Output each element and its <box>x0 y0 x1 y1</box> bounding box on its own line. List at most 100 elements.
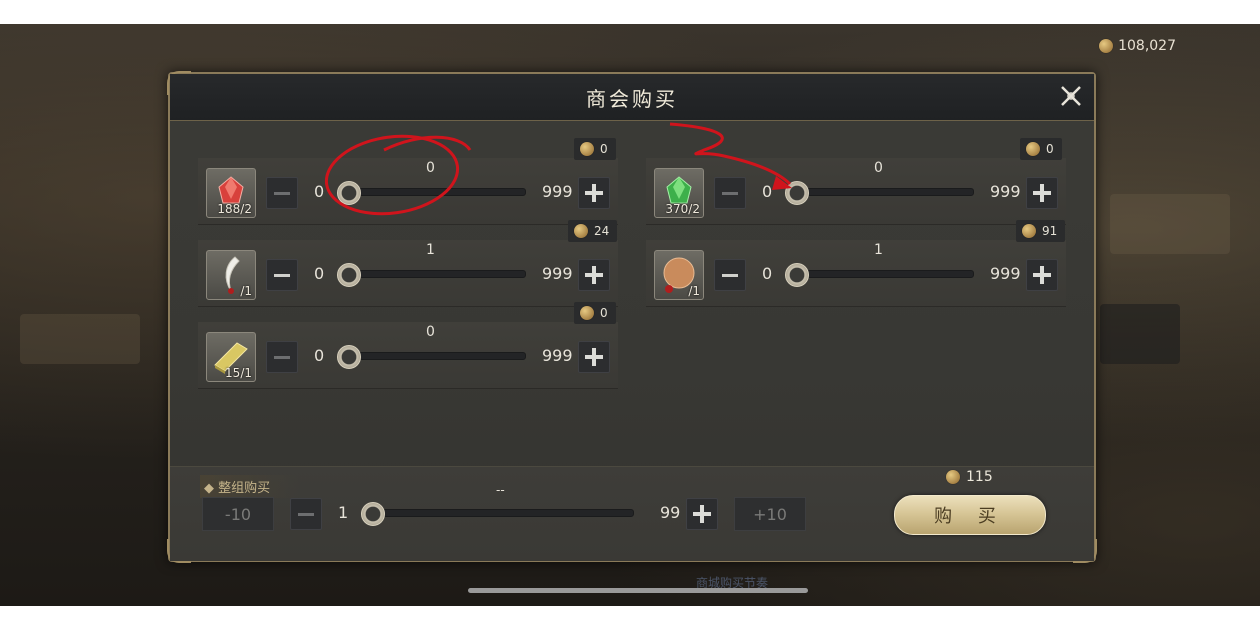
green-gem-icon: 370/2 <box>654 168 704 218</box>
increase-button[interactable] <box>578 341 610 373</box>
close-button[interactable] <box>1056 81 1086 111</box>
plus-icon <box>1033 184 1051 202</box>
dialog-title: 商会购买 <box>586 86 678 111</box>
orb-icon: /1 <box>654 250 704 300</box>
minus-icon <box>722 273 738 277</box>
item-price: 0 <box>574 302 616 324</box>
coin-icon <box>946 470 960 484</box>
slider-knob[interactable] <box>337 181 361 205</box>
purchase-dialog: 商会购买 188/2 0 0 0 999 370/2 0 0 0 999 /1 … <box>167 71 1097 563</box>
minus-icon <box>274 355 290 359</box>
home-indicator[interactable] <box>468 588 808 593</box>
slider-knob[interactable] <box>785 263 809 287</box>
slider-max: 999 <box>542 264 573 283</box>
item-quantity: 370/2 <box>665 202 700 216</box>
slider-max: 999 <box>990 182 1021 201</box>
group-increase-button[interactable] <box>686 498 718 530</box>
decrease-button[interactable] <box>266 177 298 209</box>
quantity-slider[interactable] <box>796 188 974 196</box>
background-shelf <box>1110 194 1230 254</box>
item-quantity: 188/2 <box>217 202 252 216</box>
slider-knob[interactable] <box>785 181 809 205</box>
item-price: 0 <box>1020 138 1062 160</box>
total-cost: 115 <box>946 469 993 485</box>
minus-icon <box>274 273 290 277</box>
slider-min: 0 <box>314 264 325 283</box>
quantity-slider[interactable] <box>796 270 974 278</box>
plus-icon <box>693 505 711 523</box>
minus-icon <box>722 191 738 195</box>
item-row-orb: /1 91 0 1 999 <box>646 220 1066 307</box>
decrease-button[interactable] <box>266 259 298 291</box>
total-cost-value: 115 <box>966 469 993 485</box>
plus-icon <box>1033 266 1051 284</box>
close-icon <box>1061 86 1081 106</box>
current-quantity: 0 <box>426 324 435 340</box>
plus-icon <box>585 184 603 202</box>
background-box <box>1100 304 1180 364</box>
gold-bar-icon: 15/1 <box>206 332 256 382</box>
coin-icon <box>580 142 594 156</box>
item-price: 0 <box>574 138 616 160</box>
plus-10-button[interactable]: +10 <box>734 497 806 531</box>
plus-icon <box>585 348 603 366</box>
increase-button[interactable] <box>1026 259 1058 291</box>
group-quantity-slider[interactable] <box>378 509 634 517</box>
slider-knob[interactable] <box>337 345 361 369</box>
slider-max: 999 <box>542 346 573 365</box>
item-price-value: 91 <box>1042 224 1058 238</box>
item-price-value: 0 <box>600 142 608 156</box>
quantity-slider[interactable] <box>348 270 526 278</box>
item-row-fang: /1 24 0 1 999 <box>198 220 618 307</box>
quantity-slider[interactable] <box>348 352 526 360</box>
quantity-slider[interactable] <box>348 188 526 196</box>
item-quantity: /1 <box>240 284 252 298</box>
item-row-green-gem: 370/2 0 0 0 999 <box>646 138 1066 225</box>
slider-max: 999 <box>990 264 1021 283</box>
dialog-header: 商会购买 <box>170 74 1094 121</box>
slider-min: 0 <box>314 182 325 201</box>
currency-display: 108,027 <box>1099 38 1176 54</box>
group-slider-knob[interactable] <box>361 502 385 526</box>
slider-knob[interactable] <box>337 263 361 287</box>
item-row-red-gem: 188/2 0 0 0 999 <box>198 138 618 225</box>
group-slider-max: 99 <box>660 503 681 522</box>
decrease-button[interactable] <box>714 259 746 291</box>
increase-button[interactable] <box>1026 177 1058 209</box>
coin-icon <box>574 224 588 238</box>
item-price-value: 24 <box>594 224 610 238</box>
coin-icon <box>1026 142 1040 156</box>
buy-button[interactable]: 购 买 <box>894 495 1046 535</box>
coin-icon <box>1022 224 1036 238</box>
current-quantity: 0 <box>874 160 883 176</box>
minus-icon <box>298 512 314 516</box>
slider-min: 0 <box>762 182 773 201</box>
group-slider-min: 1 <box>338 503 349 522</box>
group-purchase-bar: ◆ 整组购买 -10 1 -- 99 +10 115 购 买 <box>170 466 1094 561</box>
item-price-value: 0 <box>1046 142 1054 156</box>
red-gem-icon: 188/2 <box>206 168 256 218</box>
slider-min: 0 <box>762 264 773 283</box>
current-quantity: 0 <box>426 160 435 176</box>
current-quantity: 1 <box>426 242 435 258</box>
minus-10-button[interactable]: -10 <box>202 497 274 531</box>
current-quantity: 1 <box>874 242 883 258</box>
group-decrease-button[interactable] <box>290 498 322 530</box>
increase-button[interactable] <box>578 259 610 291</box>
coin-icon <box>580 306 594 320</box>
decrease-button[interactable] <box>714 177 746 209</box>
diamond-icon: ◆ <box>204 481 214 496</box>
item-row-gold-bar: 15/1 0 0 0 999 <box>198 302 618 389</box>
group-purchase-label: ◆ 整组购买 <box>200 475 301 498</box>
slider-min: 0 <box>314 346 325 365</box>
fang-icon: /1 <box>206 250 256 300</box>
slider-max: 999 <box>542 182 573 201</box>
group-current-quantity: -- <box>496 483 505 497</box>
item-price: 24 <box>568 220 618 242</box>
decrease-button[interactable] <box>266 341 298 373</box>
item-quantity: 15/1 <box>225 366 252 380</box>
item-quantity: /1 <box>688 284 700 298</box>
increase-button[interactable] <box>578 177 610 209</box>
plus-icon <box>585 266 603 284</box>
currency-amount: 108,027 <box>1118 38 1176 54</box>
